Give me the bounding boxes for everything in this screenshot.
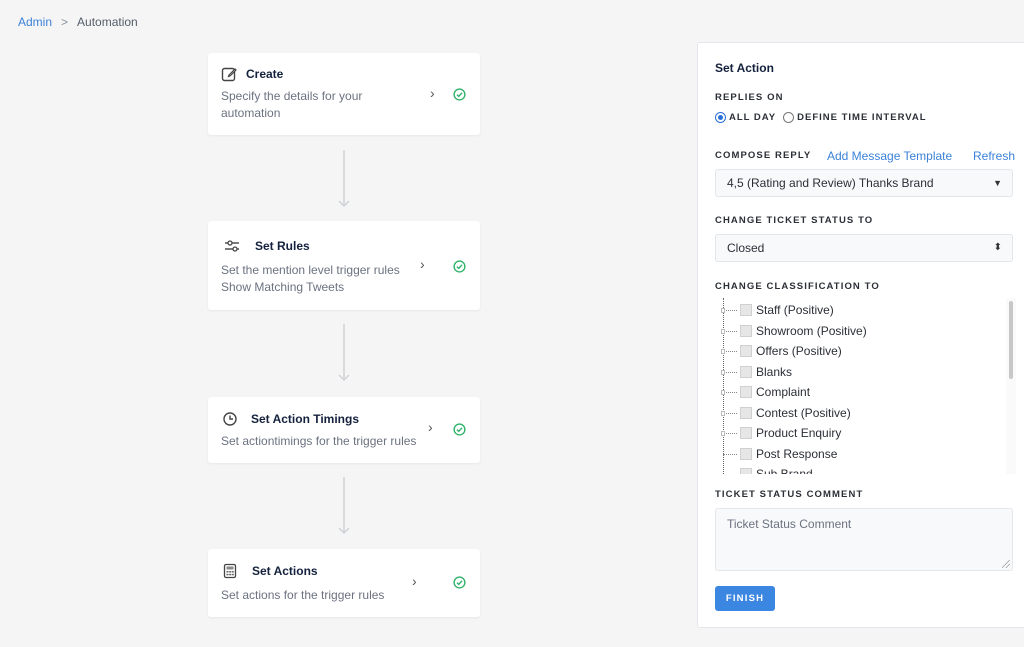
tree-item[interactable]: Product Enquiry <box>721 423 842 443</box>
tree-item-label: Staff (Positive) <box>756 303 834 317</box>
step-card-set-rules[interactable]: Set Rules Set the mention level trigger … <box>208 221 480 310</box>
sort-updown-icon: ⬍ <box>993 242 1002 253</box>
checkbox[interactable] <box>740 386 752 398</box>
tree-item[interactable]: Complaint <box>721 382 811 402</box>
step-title: Create <box>246 67 284 81</box>
finish-button[interactable]: FINISH <box>715 586 775 611</box>
step-card-set-action-timings[interactable]: Set Action Timings Set actiontimings for… <box>208 397 480 463</box>
radio-label: DEFINE TIME INTERVAL <box>797 112 927 123</box>
tree-item-label: Contest (Positive) <box>756 406 851 420</box>
classification-scrollbar[interactable] <box>1009 301 1013 379</box>
step-title: Set Action Timings <box>251 412 360 426</box>
compose-reply-select[interactable]: 4,5 (Rating and Review) Thanks Brand ▼ <box>715 169 1013 197</box>
step-description: Specify the details for your <box>221 89 363 103</box>
step-card-create[interactable]: Create Specify the details for your auto… <box>208 53 480 135</box>
show-matching-tweets-link[interactable]: Show Matching Tweets <box>221 279 400 296</box>
tree-item[interactable]: Contest (Positive) <box>721 403 851 423</box>
classification-label: CHANGE CLASSIFICATION TO <box>715 281 880 292</box>
tree-item[interactable]: Post Response <box>723 444 837 464</box>
replies-on-radio-group: ALL DAY DEFINE TIME INTERVAL <box>715 112 934 123</box>
radio-label: ALL DAY <box>729 112 777 123</box>
tree-item-label: Offers (Positive) <box>756 344 842 358</box>
set-action-panel: Set Action REPLIES ON ALL DAY DEFINE TIM… <box>697 42 1024 628</box>
breadcrumb-admin-link[interactable]: Admin <box>18 15 52 29</box>
panel-title: Set Action <box>715 61 774 75</box>
check-circle-icon <box>453 88 466 101</box>
clock-icon <box>223 412 237 426</box>
step-description: Set the mention level trigger rules <box>221 263 400 277</box>
expand-toggle[interactable] <box>721 328 725 334</box>
ticket-comment-textarea[interactable]: Ticket Status Comment <box>715 508 1013 571</box>
caret-down-icon: ▼ <box>993 178 1002 188</box>
radio-button[interactable] <box>783 112 795 123</box>
refresh-link[interactable]: Refresh <box>973 149 1015 163</box>
checkbox[interactable] <box>740 325 752 337</box>
breadcrumb-current: Automation <box>77 15 138 29</box>
checkbox[interactable] <box>740 468 752 474</box>
flow-arrow-icon <box>338 324 350 382</box>
tree-item-label: Sub Brand <box>756 467 813 474</box>
replies-on-label: REPLIES ON <box>715 92 784 103</box>
checkbox[interactable] <box>740 366 752 378</box>
breadcrumb: Admin > Automation <box>18 15 138 29</box>
tree-item[interactable]: Blanks <box>721 362 793 382</box>
checkbox[interactable] <box>740 407 752 419</box>
checkbox[interactable] <box>740 304 752 316</box>
add-message-template-link[interactable]: Add Message Template <box>827 149 952 163</box>
step-title: Set Actions <box>252 564 318 578</box>
expand-toggle[interactable] <box>721 307 725 313</box>
compose-reply-label: COMPOSE REPLY <box>715 150 812 161</box>
sliders-icon <box>225 240 239 252</box>
ticket-status-label: CHANGE TICKET STATUS TO <box>715 215 874 226</box>
tree-item-label: Blanks <box>756 365 793 379</box>
radio-all-day[interactable]: ALL DAY <box>715 112 776 123</box>
step-card-set-actions[interactable]: Set Actions Set actions for the trigger … <box>208 549 480 617</box>
radio-define-time-interval[interactable]: DEFINE TIME INTERVAL <box>783 112 926 123</box>
expand-toggle[interactable] <box>721 389 725 395</box>
step-description: Set actiontimings for the trigger rules <box>221 434 417 448</box>
ticket-status-select[interactable]: Closed ⬍ <box>715 234 1013 262</box>
tree-item[interactable]: Sub Brand <box>723 464 813 474</box>
classification-tree: Staff (Positive) Showroom (Positive) Off… <box>715 298 1013 474</box>
check-circle-icon <box>453 260 466 273</box>
breadcrumb-separator: > <box>61 15 69 29</box>
edit-icon <box>221 67 237 82</box>
tree-item-label: Post Response <box>756 447 838 461</box>
chevron-right-icon[interactable]: › <box>420 256 425 272</box>
expand-toggle[interactable] <box>721 348 725 354</box>
checkbox[interactable] <box>740 427 752 439</box>
step-description: Set actions for the trigger rules <box>221 588 385 602</box>
resize-handle-icon[interactable] <box>1002 560 1010 568</box>
compose-reply-value: 4,5 (Rating and Review) Thanks Brand <box>727 176 934 190</box>
checkbox[interactable] <box>740 345 752 357</box>
calculator-icon <box>223 563 237 579</box>
tree-item[interactable]: Showroom (Positive) <box>721 321 867 341</box>
chevron-right-icon[interactable]: › <box>428 419 433 435</box>
tree-item[interactable]: Offers (Positive) <box>721 341 842 361</box>
ticket-status-value: Closed <box>727 241 765 255</box>
chevron-right-icon[interactable]: › <box>412 573 417 589</box>
flow-arrow-icon <box>338 477 350 535</box>
chevron-right-icon[interactable]: › <box>430 85 435 101</box>
expand-toggle[interactable] <box>721 430 725 436</box>
checkbox[interactable] <box>740 448 752 460</box>
tree-item-label: Showroom (Positive) <box>756 324 867 338</box>
check-circle-icon <box>453 423 466 436</box>
expand-toggle[interactable] <box>721 410 725 416</box>
tree-item-label: Product Enquiry <box>756 426 842 440</box>
ticket-comment-label: TICKET STATUS COMMENT <box>715 489 864 500</box>
step-description: automation <box>221 106 281 120</box>
check-circle-icon <box>453 576 466 589</box>
tree-item[interactable]: Staff (Positive) <box>721 300 834 320</box>
textarea-placeholder: Ticket Status Comment <box>727 517 852 531</box>
flow-arrow-icon <box>338 150 350 208</box>
expand-toggle[interactable] <box>721 369 725 375</box>
step-title: Set Rules <box>255 239 310 253</box>
tree-item-label: Complaint <box>756 385 811 399</box>
radio-button[interactable] <box>715 112 726 123</box>
